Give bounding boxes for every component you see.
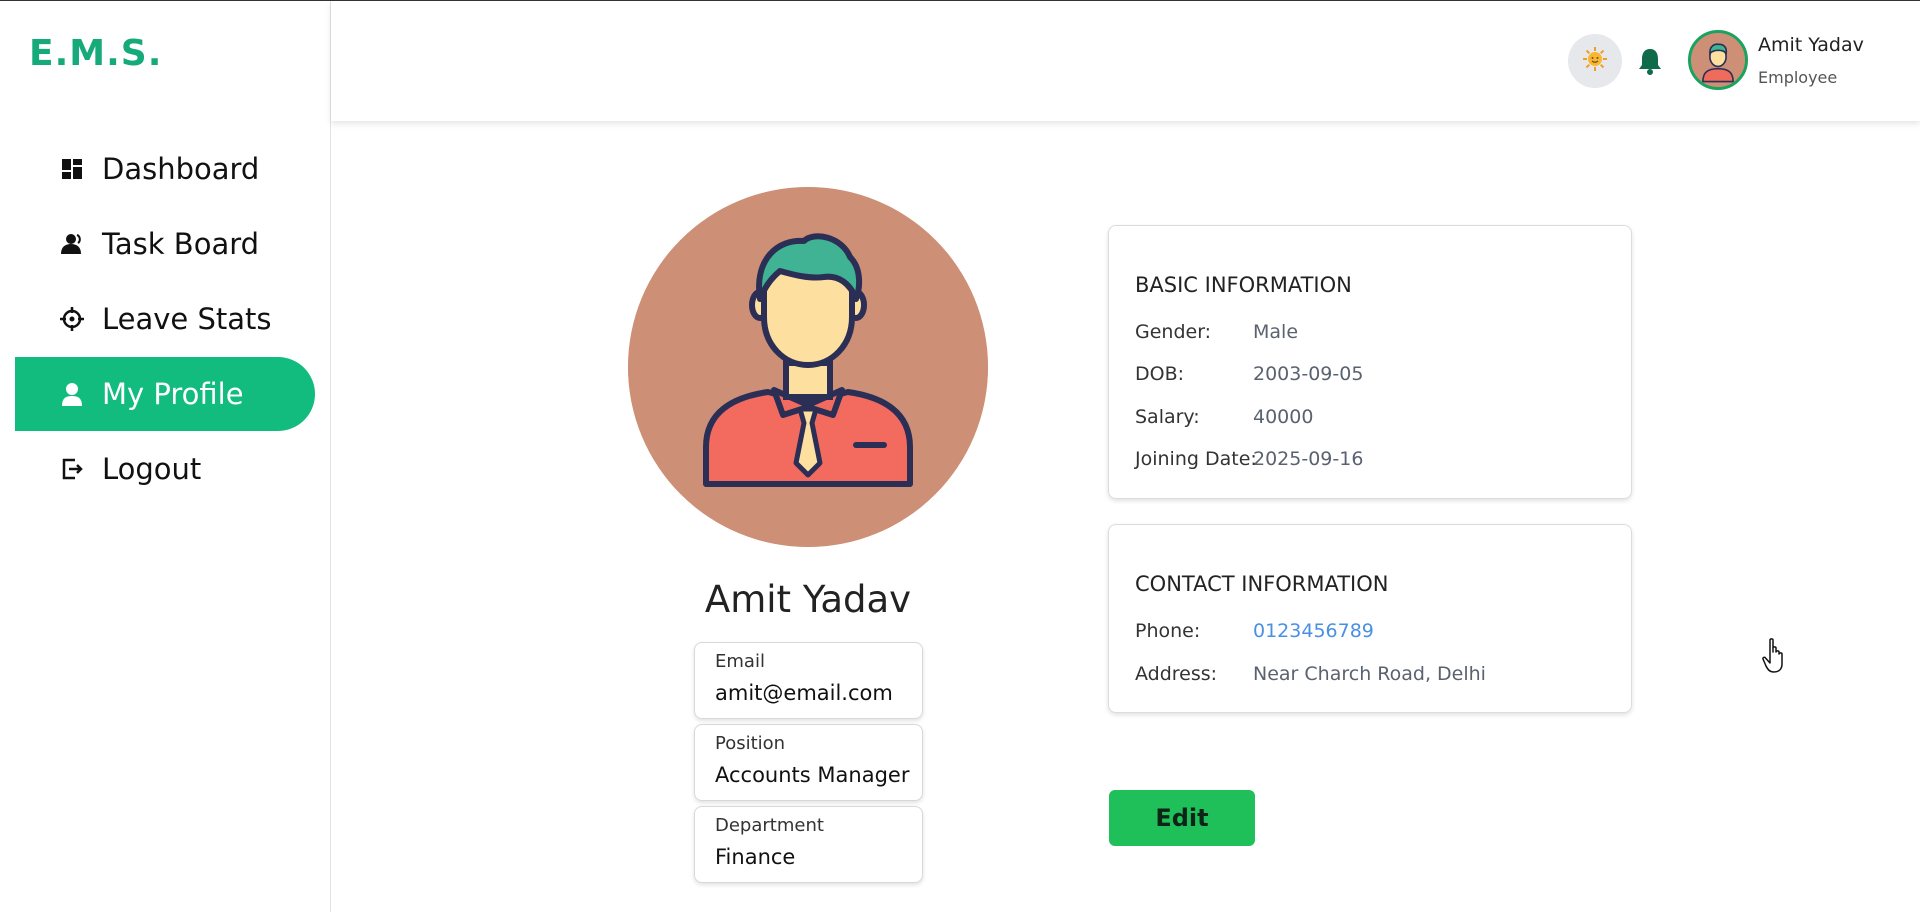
header-user-name: Amit Yadav — [1758, 34, 1864, 56]
sidebar-item-task-board[interactable]: Task Board — [15, 207, 315, 281]
info-value: 40000 — [1253, 406, 1314, 428]
info-row: Phone: 0123456789 — [1135, 620, 1374, 642]
app-logo[interactable]: E.M.S. — [29, 33, 162, 74]
info-key: Address: — [1135, 663, 1218, 685]
avatar[interactable] — [1688, 30, 1748, 90]
info-row: Joining Date: 2025-09-16 — [1135, 448, 1363, 470]
contact-info-card: CONTACT INFORMATION Phone: 0123456789 Ad… — [1108, 524, 1632, 713]
sidebar-item-label: Logout — [102, 452, 202, 486]
basic-info-card: BASIC INFORMATION Gender: Male DOB: 2003… — [1108, 225, 1632, 499]
theme-toggle-button[interactable] — [1568, 34, 1622, 88]
field-label: Email — [715, 651, 765, 672]
info-value: Near Charch Road, Delhi — [1253, 663, 1486, 685]
card-title: CONTACT INFORMATION — [1135, 572, 1389, 596]
sidebar-item-dashboard[interactable]: Dashboard — [15, 132, 315, 206]
hand-cursor-icon — [1762, 638, 1788, 674]
edit-button[interactable]: Edit — [1109, 790, 1255, 846]
field-value: amit@email.com — [715, 681, 893, 705]
header-user-role: Employee — [1758, 68, 1838, 87]
sidebar-item-label: Leave Stats — [102, 302, 272, 336]
info-key: DOB: — [1135, 363, 1185, 385]
info-row: Salary: 40000 — [1135, 406, 1313, 428]
sidebar-item-leave-stats[interactable]: Leave Stats — [15, 282, 315, 356]
info-row: DOB: 2003-09-05 — [1135, 363, 1363, 385]
sun-icon — [1582, 46, 1608, 76]
department-field-card: Department Finance — [694, 806, 923, 883]
logout-icon — [60, 457, 84, 481]
card-title: BASIC INFORMATION — [1135, 273, 1352, 297]
position-field-card: Position Accounts Manager — [694, 724, 923, 801]
email-field-card: Email amit@email.com — [694, 642, 923, 719]
sidebar-item-label: Task Board — [102, 227, 260, 261]
field-label: Position — [715, 733, 786, 754]
info-value: 2003-09-05 — [1253, 363, 1364, 385]
info-key: Salary: — [1135, 406, 1200, 428]
profile-avatar — [628, 187, 988, 547]
info-key: Phone: — [1135, 620, 1201, 642]
field-value: Finance — [715, 845, 796, 869]
dashboard-icon — [60, 157, 84, 181]
sidebar-item-my-profile[interactable]: My Profile — [15, 357, 315, 431]
crosshair-icon — [60, 307, 84, 331]
sidebar: E.M.S. Dashboard Task Board Leave Stats … — [0, 1, 331, 912]
phone-link[interactable]: 0123456789 — [1253, 620, 1374, 642]
field-label: Department — [715, 815, 824, 836]
info-key: Joining Date: — [1135, 448, 1257, 470]
info-row: Gender: Male — [1135, 321, 1298, 343]
notification-button[interactable] — [1636, 46, 1664, 76]
info-value: 2025-09-16 — [1253, 448, 1364, 470]
field-value: Accounts Manager — [715, 763, 910, 787]
sidebar-item-label: Dashboard — [102, 152, 260, 186]
bell-icon — [1636, 49, 1664, 80]
sidebar-item-logout[interactable]: Logout — [15, 432, 315, 506]
top-header — [331, 1, 1920, 121]
info-value: Male — [1253, 321, 1299, 343]
info-row: Address: Near Charch Road, Delhi — [1135, 663, 1486, 685]
sidebar-item-label: My Profile — [102, 377, 244, 411]
profile-name: Amit Yadav — [704, 578, 912, 621]
user-icon — [60, 382, 84, 406]
info-key: Gender: — [1135, 321, 1212, 343]
users-icon — [60, 232, 84, 256]
